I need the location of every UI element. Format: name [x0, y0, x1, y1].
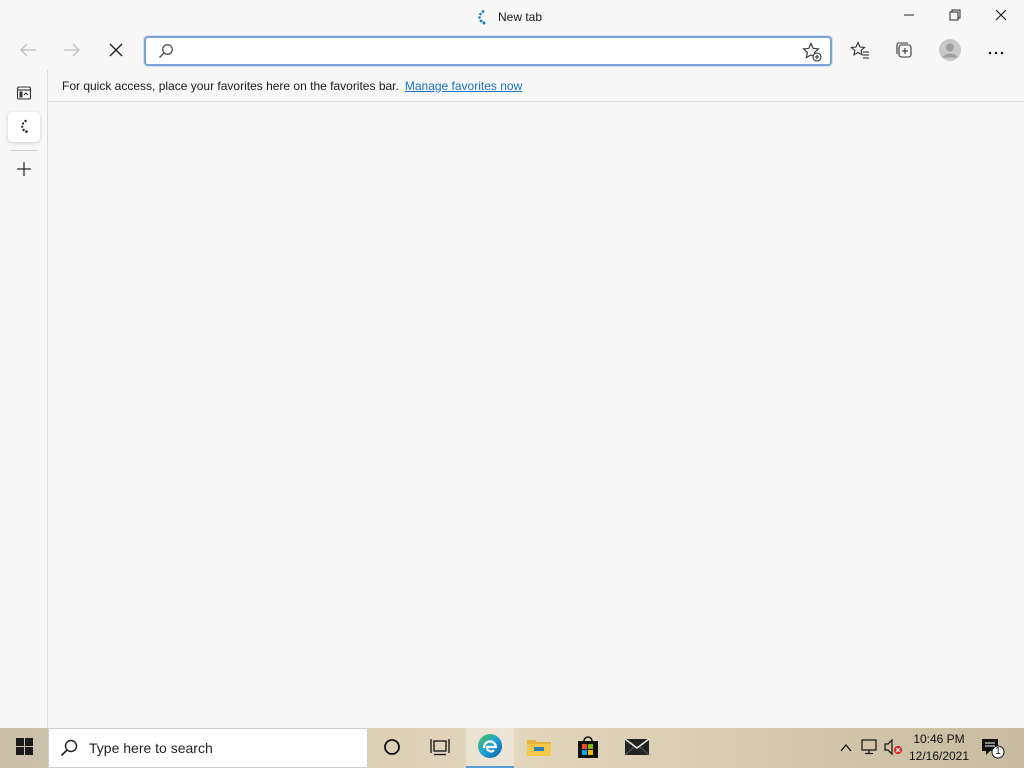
back-button[interactable] [12, 36, 44, 66]
task-view-icon [430, 738, 450, 759]
manage-favorites-link[interactable]: Manage favorites now [405, 79, 522, 93]
tab-divider [10, 150, 38, 151]
close-icon [109, 43, 123, 60]
network-tray-button[interactable] [860, 738, 880, 758]
settings-more-button[interactable] [980, 36, 1012, 66]
collections-icon [894, 40, 914, 63]
collections-button[interactable] [888, 36, 920, 66]
close-window-button[interactable] [978, 0, 1024, 30]
taskbar-clock[interactable]: 10:46 PM 12/16/2021 [906, 731, 972, 765]
edge-browser-icon [477, 733, 503, 762]
new-tab-button[interactable] [8, 155, 40, 185]
forward-button[interactable] [56, 36, 88, 66]
volume-tray-button[interactable] [884, 738, 904, 758]
plus-icon [16, 161, 32, 180]
page-content [48, 103, 1024, 728]
clock-time: 10:46 PM [913, 732, 965, 746]
notification-icon [982, 739, 1005, 759]
tab-actions-icon [16, 85, 32, 104]
search-icon [158, 43, 174, 62]
taskbar-store[interactable] [564, 728, 612, 768]
clock-date: 12/16/2021 [908, 749, 970, 763]
vertical-tab-strip [0, 70, 48, 728]
browser-toolbar [0, 32, 1024, 70]
loading-spinner-icon [474, 9, 488, 25]
store-bag-icon [576, 735, 600, 762]
cortana-button[interactable] [368, 728, 416, 768]
cortana-circle-icon [383, 738, 401, 759]
tab-actions-button[interactable] [8, 79, 40, 109]
address-bar[interactable] [144, 36, 832, 66]
taskbar-file-explorer[interactable] [515, 728, 563, 768]
star-plus-icon[interactable] [802, 42, 822, 65]
ellipsis-icon [988, 44, 1004, 58]
folder-icon [526, 736, 552, 761]
windows-taskbar: Type here to search 10:46 PM 12/16/2021 … [0, 728, 1024, 768]
mail-envelope-icon [624, 737, 650, 759]
avatar-icon [938, 38, 962, 65]
volume-muted-icon [884, 738, 904, 758]
action-center-button[interactable]: 1 [980, 736, 1006, 760]
title-bar: New tab [0, 0, 1024, 32]
task-view-button[interactable] [416, 728, 464, 768]
loading-spinner-icon [18, 119, 30, 136]
arrow-left-icon [19, 43, 37, 60]
stop-loading-button[interactable] [100, 36, 132, 66]
restore-button[interactable] [932, 0, 978, 30]
address-input[interactable] [182, 42, 792, 60]
minimize-button[interactable] [886, 0, 932, 30]
windows-logo-icon [15, 738, 33, 758]
search-icon [49, 739, 89, 757]
taskbar-edge[interactable] [466, 728, 514, 768]
window-tab-title: New tab [474, 8, 542, 26]
favorites-icon [850, 40, 870, 62]
notification-count: 1 [995, 746, 1001, 757]
taskbar-mail[interactable] [613, 728, 661, 768]
favorites-bar-message: For quick access, place your favorites h… [62, 78, 399, 93]
show-hidden-icons-button[interactable] [836, 738, 856, 758]
favorites-button[interactable] [844, 36, 876, 66]
favorites-bar: For quick access, place your favorites h… [48, 70, 1024, 102]
taskbar-search-box[interactable]: Type here to search [48, 728, 368, 768]
chevron-up-icon [840, 741, 852, 755]
network-monitor-icon [860, 738, 880, 758]
taskbar-search-placeholder: Type here to search [89, 740, 213, 756]
start-button[interactable] [0, 728, 48, 768]
arrow-right-icon [63, 43, 81, 60]
profile-button[interactable] [934, 36, 966, 66]
tab-new-tab-loading[interactable] [8, 112, 40, 142]
tab-title-label: New tab [498, 10, 543, 24]
